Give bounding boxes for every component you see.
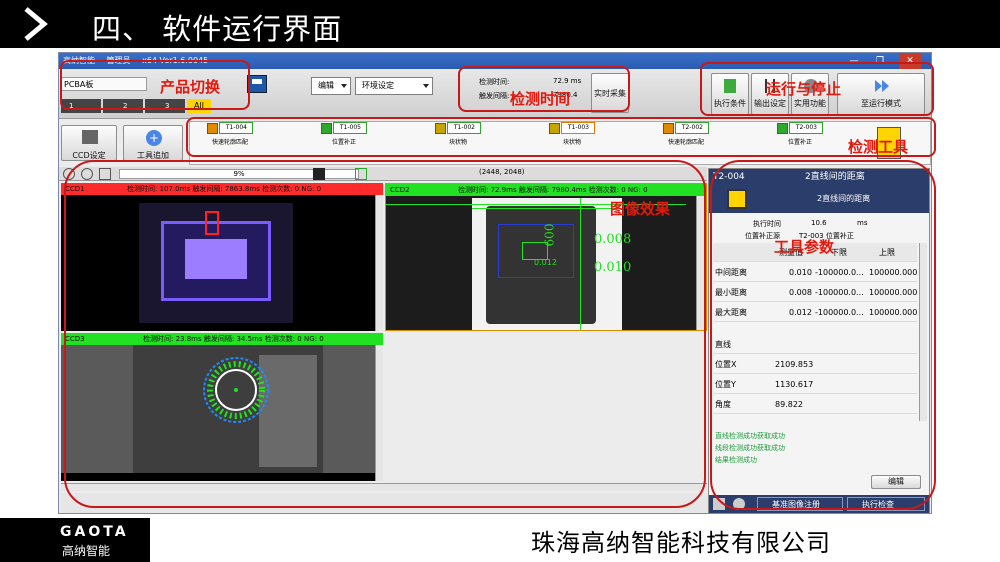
annotation-detect-tool: 检测工具 [848, 138, 909, 156]
edit-menu-label: 编辑 [318, 81, 334, 90]
annotation-detect-time: 检测时间 [510, 90, 571, 108]
logo-subtext: 高纳智能 [62, 544, 111, 558]
save-icon[interactable] [247, 75, 267, 93]
annotation-box-tools [186, 117, 936, 157]
company-logo: GAOTA 高纳智能 [0, 518, 150, 562]
env-menu[interactable]: 环境设定 [355, 77, 433, 95]
slide-header-bar: 四、 软件运行界面 [0, 0, 1000, 48]
annotation-box-params [710, 160, 936, 510]
company-name: 珠海高纳智能科技有限公司 [531, 529, 831, 557]
annotation-product-switch: 产品切换 [160, 78, 221, 96]
chevron-down-icon [341, 84, 347, 88]
plus-icon: + [146, 130, 162, 146]
ccd-setting-button[interactable]: CCD设定 [61, 125, 117, 161]
annotation-image-effect: 图像效果 [610, 200, 671, 218]
annotation-tool-params: 工具参数 [774, 238, 835, 256]
tool-add-button[interactable]: + 工具追加 [123, 125, 183, 161]
logo-text: GAOTA [60, 524, 129, 540]
camera-icon [82, 130, 98, 144]
annotation-box-product [60, 60, 250, 110]
edit-menu[interactable]: 编辑 [311, 77, 351, 95]
ccd-setting-label: CCD设定 [72, 151, 106, 160]
tool-add-label: 工具追加 [137, 151, 169, 160]
env-menu-label: 环境设定 [362, 81, 394, 90]
annotation-run-stop: 运行与停止 [766, 80, 842, 98]
slide-title: 四、 软件运行界面 [92, 12, 343, 46]
chevron-right-icon [24, 7, 48, 41]
chevron-down-icon [423, 84, 429, 88]
